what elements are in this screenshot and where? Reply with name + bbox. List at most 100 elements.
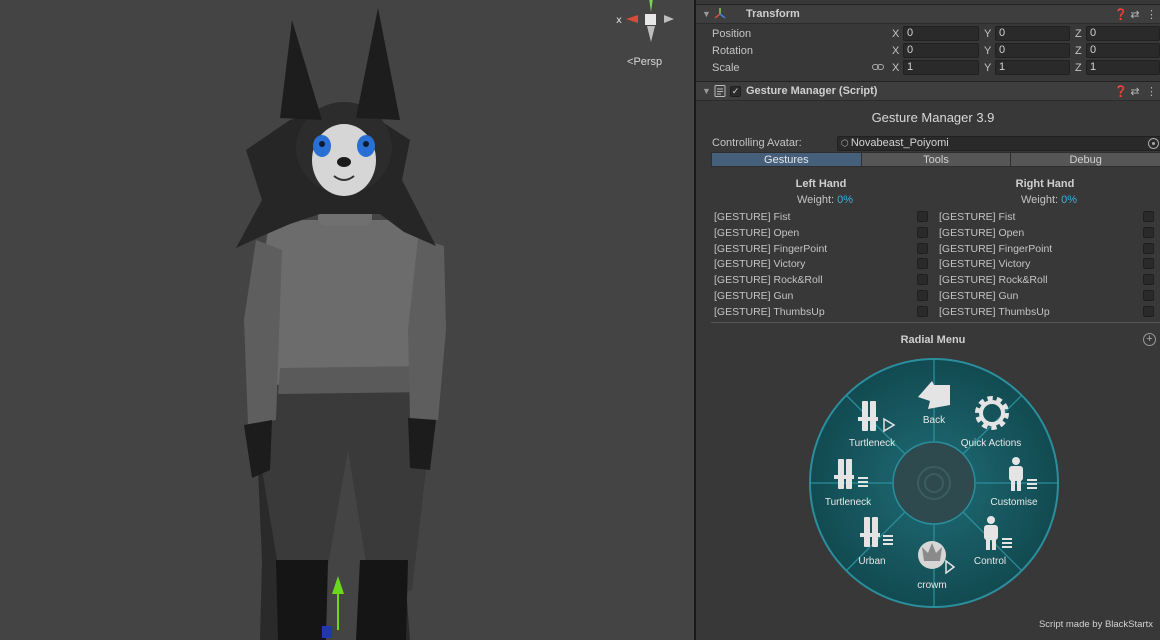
- right-gesture-gun-checkbox[interactable]: [1143, 290, 1154, 301]
- script-icon: [714, 85, 726, 97]
- credit-text: Script made by BlackStartx: [1038, 619, 1153, 630]
- left-hand-title: Left Hand: [795, 178, 847, 190]
- scale-z-field[interactable]: 1: [1086, 60, 1160, 75]
- svg-text:x: x: [616, 15, 622, 26]
- right-gesture-rockandroll[interactable]: [GESTURE] Rock&Roll: [939, 274, 1048, 286]
- gesture-manager-header-title: Gesture Manager (Script): [746, 85, 878, 97]
- position-label: Position: [712, 28, 752, 40]
- transform-header[interactable]: ▼ Transform ❓ ⇄ ⋮: [696, 4, 1160, 24]
- position-z-field[interactable]: 0: [1086, 26, 1160, 41]
- projection-label: Persp: [633, 56, 663, 68]
- scale-y-label[interactable]: Y: [984, 62, 991, 74]
- left-weight-label: Weight:: [796, 194, 835, 206]
- right-gesture-fist-checkbox[interactable]: [1143, 211, 1154, 222]
- foldout-arrow-icon[interactable]: ▼: [702, 9, 711, 19]
- scale-z-label[interactable]: Z: [1075, 62, 1082, 74]
- scale-x-label[interactable]: X: [892, 62, 899, 74]
- rotation-y-field[interactable]: 0: [995, 43, 1070, 58]
- left-gesture-open-checkbox[interactable]: [917, 227, 928, 238]
- right-gesture-fingerpoint-checkbox[interactable]: [1143, 243, 1154, 254]
- right-gesture-victory-checkbox[interactable]: [1143, 258, 1154, 269]
- transform-icon: [714, 8, 726, 19]
- right-gesture-rockandroll-checkbox[interactable]: [1143, 274, 1154, 285]
- rotation-x-label[interactable]: X: [892, 45, 899, 57]
- rotation-z-label[interactable]: Z: [1075, 45, 1082, 57]
- radial-label-quick-actions: Quick Actions: [961, 438, 1022, 449]
- enabled-checkbox[interactable]: ✓: [730, 86, 741, 97]
- radial-center[interactable]: [892, 441, 976, 525]
- section-divider: [711, 322, 1160, 323]
- rotation-z-field[interactable]: 0: [1086, 43, 1160, 58]
- controlling-avatar-field[interactable]: ⬡ Novabeast_Poiyomi: [837, 136, 1160, 151]
- kebab-menu-icon[interactable]: ⋮: [1146, 85, 1157, 98]
- right-gesture-thumbsup[interactable]: [GESTURE] ThumbsUp: [939, 306, 1050, 318]
- add-icon[interactable]: +: [1143, 333, 1156, 346]
- left-gesture-victory-checkbox[interactable]: [917, 258, 928, 269]
- help-icon[interactable]: ❓: [1114, 85, 1128, 98]
- rotation-x-field[interactable]: 0: [903, 43, 979, 58]
- projection-toggle[interactable]: <Persp: [627, 56, 662, 68]
- radial-label-crowm: crowm: [917, 580, 946, 591]
- position-x-field[interactable]: 0: [903, 26, 979, 41]
- right-weight-label: Weight:: [1020, 194, 1059, 206]
- right-gesture-fist[interactable]: [GESTURE] Fist: [939, 211, 1015, 223]
- kebab-menu-icon[interactable]: ⋮: [1146, 8, 1157, 21]
- object-picker-icon[interactable]: [1148, 138, 1159, 149]
- right-gesture-fingerpoint[interactable]: [GESTURE] FingerPoint: [939, 243, 1052, 255]
- right-gesture-victory[interactable]: [GESTURE] Victory: [939, 258, 1030, 270]
- left-gesture-gun-checkbox[interactable]: [917, 290, 928, 301]
- right-gesture-thumbsup-checkbox[interactable]: [1143, 306, 1154, 317]
- left-weight-value: 0%: [837, 194, 854, 206]
- radial-menu-title: Radial Menu: [900, 334, 966, 346]
- gesture-manager-title: Gesture Manager 3.9: [871, 110, 995, 125]
- controlling-avatar-label: Controlling Avatar:: [712, 137, 802, 149]
- right-gesture-gun[interactable]: [GESTURE] Gun: [939, 290, 1018, 302]
- orientation-gizmo[interactable]: x: [612, 0, 688, 50]
- left-gesture-gun[interactable]: [GESTURE] Gun: [714, 290, 793, 302]
- position-y-field[interactable]: 0: [995, 26, 1070, 41]
- left-hand-weight: Weight: 0%: [765, 194, 885, 206]
- radial-label-urban: Urban: [858, 556, 885, 567]
- inspector-panel: ▼ Transform ❓ ⇄ ⋮ Position X 0 Y 0 Z 0 R…: [696, 0, 1160, 640]
- left-gesture-fingerpoint-checkbox[interactable]: [917, 243, 928, 254]
- left-gesture-thumbsup[interactable]: [GESTURE] ThumbsUp: [714, 306, 825, 318]
- controlling-avatar-value: Novabeast_Poiyomi: [850, 137, 949, 149]
- position-x-label[interactable]: X: [892, 28, 899, 40]
- left-gesture-rockandroll[interactable]: [GESTURE] Rock&Roll: [714, 274, 823, 286]
- radial-label-control: Control: [974, 556, 1006, 567]
- gesture-manager-header[interactable]: ▼ ✓ Gesture Manager (Script) ❓ ⇄ ⋮: [696, 81, 1160, 101]
- right-hand-weight: Weight: 0%: [989, 194, 1109, 206]
- preset-icon[interactable]: ⇄: [1130, 8, 1140, 21]
- tab-bar: Gestures Tools Debug: [711, 152, 1160, 167]
- scale-label: Scale: [712, 62, 740, 74]
- radial-label-customise: Customise: [990, 497, 1038, 508]
- radial-menu[interactable]: Back Quick Actions Customise Control cro…: [806, 355, 1062, 611]
- foldout-arrow-icon[interactable]: ▼: [702, 86, 711, 96]
- tab-tools[interactable]: Tools: [860, 152, 1011, 167]
- preset-icon[interactable]: ⇄: [1130, 85, 1140, 98]
- left-gesture-thumbsup-checkbox[interactable]: [917, 306, 928, 317]
- tab-debug[interactable]: Debug: [1010, 152, 1160, 167]
- left-gesture-rockandroll-checkbox[interactable]: [917, 274, 928, 285]
- scale-y-field[interactable]: 1: [995, 60, 1070, 75]
- scale-x-field[interactable]: 1: [903, 60, 979, 75]
- scene-view[interactable]: x <Persp: [0, 0, 694, 640]
- left-gesture-fingerpoint[interactable]: [GESTURE] FingerPoint: [714, 243, 827, 255]
- right-gesture-open-checkbox[interactable]: [1143, 227, 1154, 238]
- position-y-label[interactable]: Y: [984, 28, 991, 40]
- tab-gestures[interactable]: Gestures: [711, 152, 861, 167]
- avatar-model: [236, 8, 446, 640]
- help-icon[interactable]: ❓: [1114, 8, 1128, 21]
- radial-label-turtleneck-left: Turtleneck: [825, 497, 872, 508]
- left-gesture-fist[interactable]: [GESTURE] Fist: [714, 211, 790, 223]
- left-gesture-fist-checkbox[interactable]: [917, 211, 928, 222]
- right-gesture-open[interactable]: [GESTURE] Open: [939, 227, 1024, 239]
- position-z-label[interactable]: Z: [1075, 28, 1082, 40]
- rotation-label: Rotation: [712, 45, 753, 57]
- constrain-proportions-icon[interactable]: [872, 62, 884, 72]
- rotation-y-label[interactable]: Y: [984, 45, 991, 57]
- left-gesture-victory[interactable]: [GESTURE] Victory: [714, 258, 805, 270]
- transform-title: Transform: [746, 8, 800, 20]
- right-hand-title: Right Hand: [1015, 178, 1075, 190]
- left-gesture-open[interactable]: [GESTURE] Open: [714, 227, 799, 239]
